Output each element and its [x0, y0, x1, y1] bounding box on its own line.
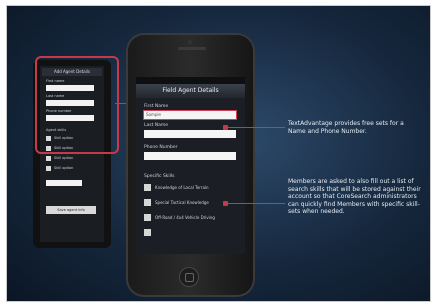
skill-checkbox[interactable]: [144, 184, 151, 191]
skill-label: Off-Road / 4x4 Vehicle Driving: [155, 215, 215, 220]
callout-dot-bottom: [223, 201, 228, 206]
callout-name-phone: TextAdvantage provides free sets for a N…: [288, 120, 404, 135]
small-skill-checkbox[interactable]: [46, 166, 51, 171]
status-bar: [136, 77, 245, 84]
skill-label: Special Tactical Knowledge: [155, 200, 209, 205]
main-phone-screen: Field Agent Details First Name Sample La…: [136, 77, 245, 254]
phone-number-field[interactable]: [144, 152, 236, 160]
label-last-name: Last Name: [144, 123, 169, 128]
callout-line-bottom: [225, 203, 285, 204]
main-phone: Field Agent Details First Name Sample La…: [126, 33, 255, 297]
screenshot-frame: Add Agent Details First name Last name P…: [6, 5, 431, 302]
callout-dot-top: [223, 125, 228, 130]
nav-title: Field Agent Details: [136, 84, 245, 98]
label-phone-number: Phone Number: [144, 145, 178, 150]
label-specific-skills: Specific Skills: [144, 174, 175, 179]
first-name-field[interactable]: Sample: [144, 111, 236, 119]
label-first-name: First Name: [144, 104, 169, 109]
skill-checkbox[interactable]: [144, 214, 151, 221]
home-button[interactable]: [179, 267, 199, 287]
callout-skills: Members are asked to also fill out a lis…: [288, 178, 421, 215]
last-name-field[interactable]: [144, 130, 236, 138]
small-extra-field[interactable]: [46, 180, 82, 186]
small-skill-label: Skill option: [54, 156, 74, 160]
camera-icon: [188, 40, 192, 44]
speaker-grille: [178, 47, 206, 50]
skill-checkbox[interactable]: [144, 199, 151, 206]
skill-label: Knowledge of Local Terrain: [155, 185, 209, 190]
first-name-value: Sample: [146, 112, 161, 117]
small-skill-label: Skill option: [54, 166, 74, 170]
home-square-icon: [185, 273, 194, 282]
small-skill-checkbox[interactable]: [46, 156, 51, 161]
callout-line-top: [225, 127, 285, 128]
small-phone-highlight-box: [35, 56, 119, 154]
skill-checkbox[interactable]: [144, 229, 151, 236]
small-save-button[interactable]: Save agent info: [46, 206, 96, 214]
